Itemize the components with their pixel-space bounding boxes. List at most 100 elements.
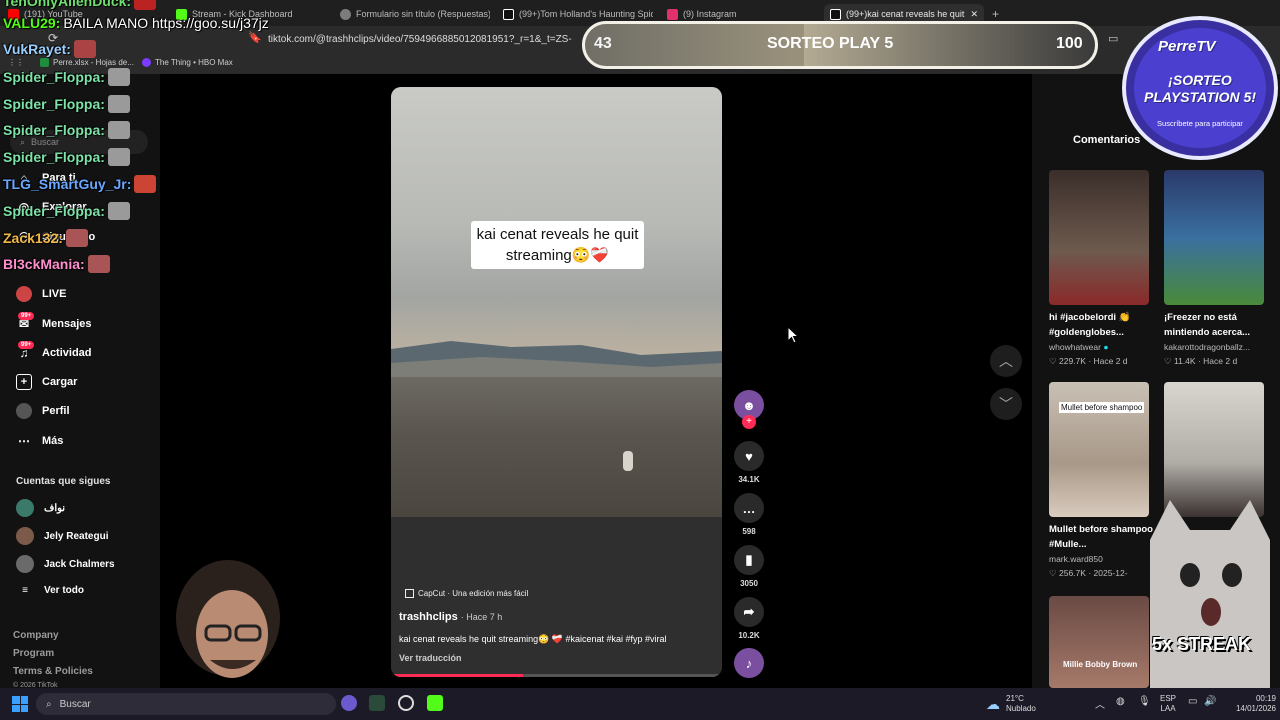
sorteo-goal: 100 (1056, 35, 1083, 52)
nav-cargar[interactable]: + Cargar (16, 374, 77, 390)
tray-chevron-icon[interactable]: ︿ (1095, 696, 1105, 711)
chevron-down-icon: ﹀ (999, 396, 1013, 412)
live-icon (16, 286, 32, 302)
video-player[interactable]: kai cenat reveals he quit streaming😳❤️‍🩹… (391, 87, 722, 677)
chat-emote-icon (107, 148, 130, 166)
nav-live[interactable]: LIVE (16, 286, 66, 302)
bookmark-hbo[interactable]: The Thing • HBO Max (142, 58, 233, 67)
save-button[interactable]: ▮ 3050 (734, 545, 764, 588)
nav-label: Mensajes (42, 318, 92, 330)
bookmark-icon[interactable]: 🔖 (248, 31, 262, 44)
profile-icon (16, 403, 32, 419)
clock[interactable]: 00:19 14/01/2026 (1226, 694, 1276, 714)
notification-badge: 99+ (18, 341, 35, 349)
instagram-icon (667, 8, 678, 20)
like-count: 11.4K (1174, 356, 1196, 366)
discord-icon[interactable] (341, 695, 357, 711)
video-stats: ♡ 229.7K · Hace 2 d (1049, 356, 1128, 366)
chat-username: TehOnlyAllenDuck: (3, 0, 132, 9)
footer-program[interactable]: Program (13, 648, 54, 659)
verified-icon: ● (1103, 342, 1109, 352)
close-tab-icon[interactable]: ✕ (970, 9, 978, 20)
music-disc-icon: ♪ (734, 648, 764, 678)
tab-forms[interactable]: Formulario sin título (Respuestas) (340, 4, 490, 24)
video-title[interactable]: ¡Freezer no está mintiendo acerca... (1164, 310, 1272, 340)
heart-outline-icon: ♡ (1049, 356, 1057, 366)
cat-meme-image (1150, 500, 1270, 690)
sorteo-current: 43 (594, 35, 612, 52)
heart-outline-icon: ♡ (1164, 356, 1172, 366)
like-button[interactable]: ♥ 34.1K (734, 441, 764, 484)
obs-icon[interactable] (398, 695, 414, 711)
windows-taskbar: ⌕ Buscar ☁ 21°C Nublado ︿ ◍ 🎙 ESP LAA ▭ 🔊 0… (0, 688, 1280, 720)
perretv-line2: PLAYSTATION 5! (1144, 89, 1256, 105)
see-all-link[interactable]: ≡ Ver todo (16, 585, 84, 596)
chat-username: VukRayet: (3, 41, 71, 57)
post-date: 2025-12- (1093, 568, 1128, 578)
bookmark-perre[interactable]: Perre.xlsx - Hojas de... (40, 58, 134, 67)
chat-message: Spider_Floppa: (3, 148, 130, 166)
new-tab-label: + (992, 7, 1000, 21)
video-ground (391, 377, 722, 517)
microphone-icon[interactable]: 🎙 (1138, 696, 1151, 707)
lang-primary: ESP (1160, 694, 1177, 703)
chat-message: Spider_Floppa: (3, 68, 130, 86)
video-thumbnail[interactable]: Millie Bobby Brown (1049, 596, 1149, 688)
like-count: 34.1K (738, 475, 760, 484)
following-item[interactable]: Jack Chalmers (16, 555, 115, 573)
windows-start-icon[interactable] (12, 696, 28, 712)
volume-icon[interactable]: 🔊 (1204, 696, 1216, 707)
chat-emote-icon (107, 68, 130, 86)
footer-company[interactable]: Company (13, 630, 59, 641)
sound-disc[interactable]: ♪ (734, 648, 764, 682)
tab-label: (99+)Tom Holland's Haunting Spider (519, 9, 653, 19)
save-count: 3050 (740, 579, 758, 588)
hbo-icon (142, 58, 151, 67)
nav-perfil[interactable]: Perfil (16, 403, 70, 419)
capcut-icon (405, 589, 414, 598)
video-thumbnail[interactable]: Mullet before shampoo (1049, 382, 1149, 517)
extensions-icon[interactable]: ▭ (1108, 32, 1118, 45)
clock-date: 14/01/2026 (1235, 704, 1276, 713)
thumbnail-text: Millie Bobby Brown (1063, 660, 1138, 669)
monitor-icon[interactable]: ▭ (1188, 696, 1197, 707)
tab-label: (9) Instagram (683, 9, 737, 19)
chat-emote-icon (87, 255, 110, 273)
like-count: 256.7K (1059, 568, 1086, 578)
network-icon[interactable]: ◍ (1116, 696, 1125, 707)
nav-mas[interactable]: ⋯ Más (16, 433, 63, 449)
following-item[interactable]: Jely Reategui (16, 527, 108, 545)
following-name: Jely Reategui (44, 530, 109, 542)
taskbar-search[interactable]: ⌕ Buscar (36, 693, 336, 715)
weather-widget[interactable]: 21°C Nublado (1006, 694, 1036, 714)
share-button[interactable]: ➦ 10.2K (734, 597, 764, 640)
app-icon[interactable] (369, 695, 385, 711)
clock-time: 00:19 (1255, 694, 1276, 703)
following-item[interactable]: نواف (16, 499, 65, 517)
video-author: whowhatwear ● (1049, 342, 1159, 352)
comment-icon: … (734, 493, 764, 523)
next-video-button[interactable]: ﹀ (990, 388, 1022, 420)
capcut-link[interactable]: CapCut · Una edición más fácil (405, 589, 528, 598)
chat-message: Spider_Floppa: (3, 121, 130, 139)
video-author: kakarottodragonballz... (1164, 342, 1250, 352)
post-time: · Hace 7 h (460, 612, 503, 622)
video-thumbnail[interactable] (1164, 382, 1264, 517)
video-progress[interactable] (391, 674, 722, 677)
video-author[interactable]: trashhclips · Hace 7 h (399, 611, 502, 623)
video-thumbnail[interactable] (1164, 170, 1264, 305)
comment-button[interactable]: … 598 (734, 493, 764, 536)
chat-message: TehOnlyAllenDuck: (3, 0, 157, 10)
url-field[interactable]: tiktok.com/@trashhclips/video/7594966885… (268, 31, 588, 49)
prev-video-button[interactable]: ︿ (990, 345, 1022, 377)
apps-icon[interactable]: ⋮⋮ (8, 58, 24, 67)
video-thumbnail[interactable] (1049, 170, 1149, 305)
kick-app-icon[interactable] (427, 695, 443, 711)
footer-terms[interactable]: Terms & Policies (13, 666, 93, 677)
video-title[interactable]: hi #jacobelordi 👏 #goldenglobes... (1049, 310, 1157, 340)
chat-emote-icon (73, 40, 96, 58)
perretv-sorteo: ¡SORTEO PLAYSTATION 5! (1130, 72, 1270, 106)
translate-link[interactable]: Ver traducción (399, 653, 462, 663)
language-indicator[interactable]: ESP LAA (1160, 694, 1176, 714)
follow-plus-icon[interactable]: + (742, 415, 756, 429)
